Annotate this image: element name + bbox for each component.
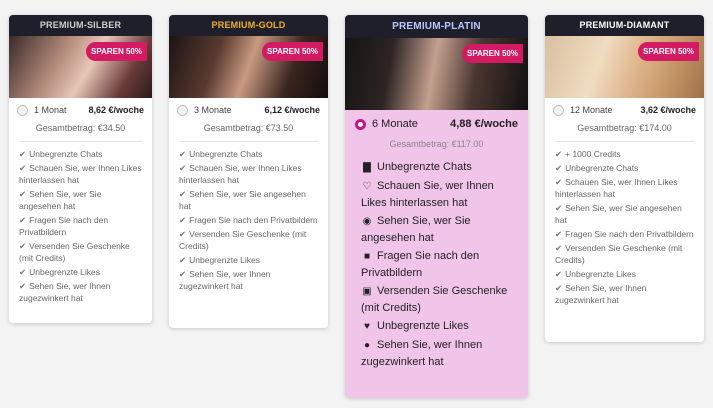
wink-icon: ● (363, 340, 371, 351)
check-icon: ✔ (555, 149, 563, 159)
radio-button-selected[interactable] (355, 118, 366, 130)
plan-total: Gesamtbetrag: €117.00 (389, 139, 484, 149)
feature-item: ✔ Versenden Sie Geschenke (mit Credits) (179, 229, 307, 251)
feature-item: ✔ Unbegrenzte Chats (179, 149, 263, 159)
check-icon: ✔ (555, 163, 563, 173)
feature-item: ✔ + 1000 Credits (555, 149, 621, 159)
feature-item: ▇ Unbegrenzte Chats (361, 159, 516, 176)
plan-option[interactable]: 12 Monate 3,62 €/woche (545, 98, 704, 122)
plan-title: PREMIUM-GOLD (169, 15, 328, 36)
plan-term: 6 Monate (372, 118, 418, 130)
check-icon: ✔ (179, 189, 187, 199)
check-icon: ✔ (179, 229, 187, 239)
check-icon: ✔ (555, 243, 563, 253)
plan-price: 4,88 €/woche (450, 118, 518, 130)
check-icon: ✔ (19, 189, 27, 199)
check-icon: ✔ (555, 229, 563, 239)
gift-icon: ▣ (362, 286, 372, 297)
check-icon: ✔ (19, 241, 27, 251)
feature-item: ✔ Sehen Sie, wer Ihnen zugezwinkert hat (19, 281, 111, 303)
chat-icon: ▇ (363, 162, 371, 173)
check-icon: ✔ (179, 149, 187, 159)
feature-item: ♡ Schauen Sie, wer Ihnen Likes hinterlass… (361, 180, 494, 209)
feature-item: ◉ Sehen Sie, wer Sie angesehen hat (361, 215, 471, 244)
feature-item: ✔ Unbegrenzte Chats (19, 149, 103, 159)
plan-term: 1 Monat (34, 105, 67, 115)
feature-list: ✔ Unbegrenzte Chats ✔ Schauen Sie, wer Ihn… (169, 148, 328, 292)
heart-icon: ♡ (362, 181, 372, 192)
feature-item: ▣ Versenden Sie Geschenke (mit Credits) (361, 285, 508, 314)
feature-item: ✔ Unbegrenzte Chats (555, 163, 639, 173)
discount-badge: SPAREN 50% (262, 42, 323, 61)
model-photo: SPAREN 50% (545, 36, 704, 98)
check-icon: ✔ (179, 163, 187, 173)
feature-item: ✔ Sehen Sie, wer Sie angesehen hat (555, 203, 682, 225)
plan-term: 3 Monate (194, 105, 232, 115)
plan-option[interactable]: 1 Monat 8,62 €/woche (9, 98, 152, 122)
feature-item: ✔ Fragen Sie nach den Privatbildern (555, 229, 694, 239)
feature-item: ✔ Sehen Sie, wer Sie angesehen hat (179, 189, 306, 211)
feature-item: ✔ Schauen Sie, wer Ihnen Likes hinterlass… (555, 177, 678, 199)
discount-badge: SPAREN 50% (638, 42, 699, 61)
feature-item: ✔ Fragen Sie nach den Privatbildern (179, 215, 318, 225)
radio-button[interactable] (177, 104, 188, 116)
model-photo: SPAREN 50% (169, 36, 328, 98)
feature-list: ✔ Unbegrenzte Chats ✔ Schauen Sie, wer Ihn… (9, 148, 152, 304)
feature-list: ✔ + 1000 Credits ✔ Unbegrenzte Chats ✔ Scha… (545, 148, 704, 306)
check-icon: ✔ (19, 149, 27, 159)
check-icon: ✔ (19, 163, 27, 173)
plan-price: 3,62 €/woche (640, 105, 696, 115)
feature-item: ✔ Sehen Sie, wer Ihnen zugezwinkert hat (179, 269, 271, 291)
feature-list: ▇ Unbegrenzte Chats ♡ Schauen Sie, wer Ihn… (345, 159, 528, 370)
check-icon: ✔ (19, 215, 27, 225)
check-icon: ✔ (179, 269, 187, 279)
check-icon: ✔ (19, 281, 27, 291)
plan-card-gold[interactable]: PREMIUM-GOLD SPAREN 50% 3 Monate 6,12 €/… (169, 15, 328, 328)
plan-title: PREMIUM-DIAMANT (545, 15, 704, 36)
plan-card-platin[interactable]: PREMIUM-PLATIN SPAREN 50% 6 Monate 4,88 … (345, 15, 528, 398)
check-icon: ✔ (555, 203, 563, 213)
feature-item: ✔ Versenden Sie Geschenke (mit Credits) (19, 241, 130, 263)
heart-filled-icon: ♥ (364, 321, 370, 332)
feature-item: ✔ Unbegrenzte Likes (179, 255, 261, 265)
model-photo: SPAREN 50% (9, 36, 152, 98)
check-icon: ✔ (179, 255, 187, 265)
eye-icon: ◉ (362, 216, 372, 227)
feature-item: ✔ Sehen Sie, wer Sie angesehen hat (19, 189, 102, 211)
feature-item: ■ Fragen Sie nach den Privatbildern (361, 250, 480, 279)
feature-item: ● Sehen Sie, wer Ihnen zugezwinkert hat (361, 339, 483, 368)
check-icon: ✔ (555, 177, 563, 187)
plan-title: PREMIUM-SILBER (9, 15, 152, 36)
plan-total: Gesamtbetrag: €34.50 (19, 122, 142, 142)
check-icon: ✔ (555, 269, 563, 279)
plan-total: Gesamtbetrag: €73.50 (179, 122, 318, 142)
model-photo: SPAREN 50% (345, 38, 528, 110)
feature-item: ✔ Unbegrenzte Likes (555, 269, 637, 279)
feature-item: ✔ Unbegrenzte Likes (19, 267, 101, 277)
plan-card-diamant[interactable]: PREMIUM-DIAMANT SPAREN 50% 12 Monate 3,6… (545, 15, 704, 342)
feature-item: ♥ Unbegrenzte Likes (361, 318, 516, 335)
check-icon: ✔ (19, 267, 27, 277)
plan-option[interactable]: 3 Monate 6,12 €/woche (169, 98, 328, 122)
lock-icon: ■ (363, 251, 371, 262)
discount-badge: SPAREN 50% (86, 42, 147, 61)
plan-option[interactable]: 6 Monate 4,88 €/woche (345, 110, 528, 138)
feature-item: ✔ Versenden Sie Geschenke (mit Credits) (555, 243, 683, 265)
check-icon: ✔ (179, 215, 187, 225)
plan-term: 12 Monate (570, 105, 613, 115)
plan-card-silber[interactable]: PREMIUM-SILBER SPAREN 50% 1 Monat 8,62 €… (9, 15, 152, 323)
plan-price: 6,12 €/woche (264, 105, 320, 115)
check-icon: ✔ (555, 283, 563, 293)
plan-total: Gesamtbetrag: €174.00 (555, 122, 694, 142)
discount-badge: SPAREN 50% (462, 44, 523, 63)
feature-item: ✔ Sehen Sie, wer Ihnen zugezwinkert hat (555, 283, 647, 305)
plan-title: PREMIUM-PLATIN (345, 15, 528, 38)
radio-button[interactable] (17, 104, 28, 116)
feature-item: ✔ Schauen Sie, wer Ihnen Likes hinterlass… (19, 163, 142, 185)
plan-price: 8,62 €/woche (88, 105, 144, 115)
feature-item: ✔ Schauen Sie, wer Ihnen Likes hinterlass… (179, 163, 302, 185)
feature-item: ✔ Fragen Sie nach den Privatbildern (19, 215, 109, 237)
radio-button[interactable] (553, 104, 564, 116)
